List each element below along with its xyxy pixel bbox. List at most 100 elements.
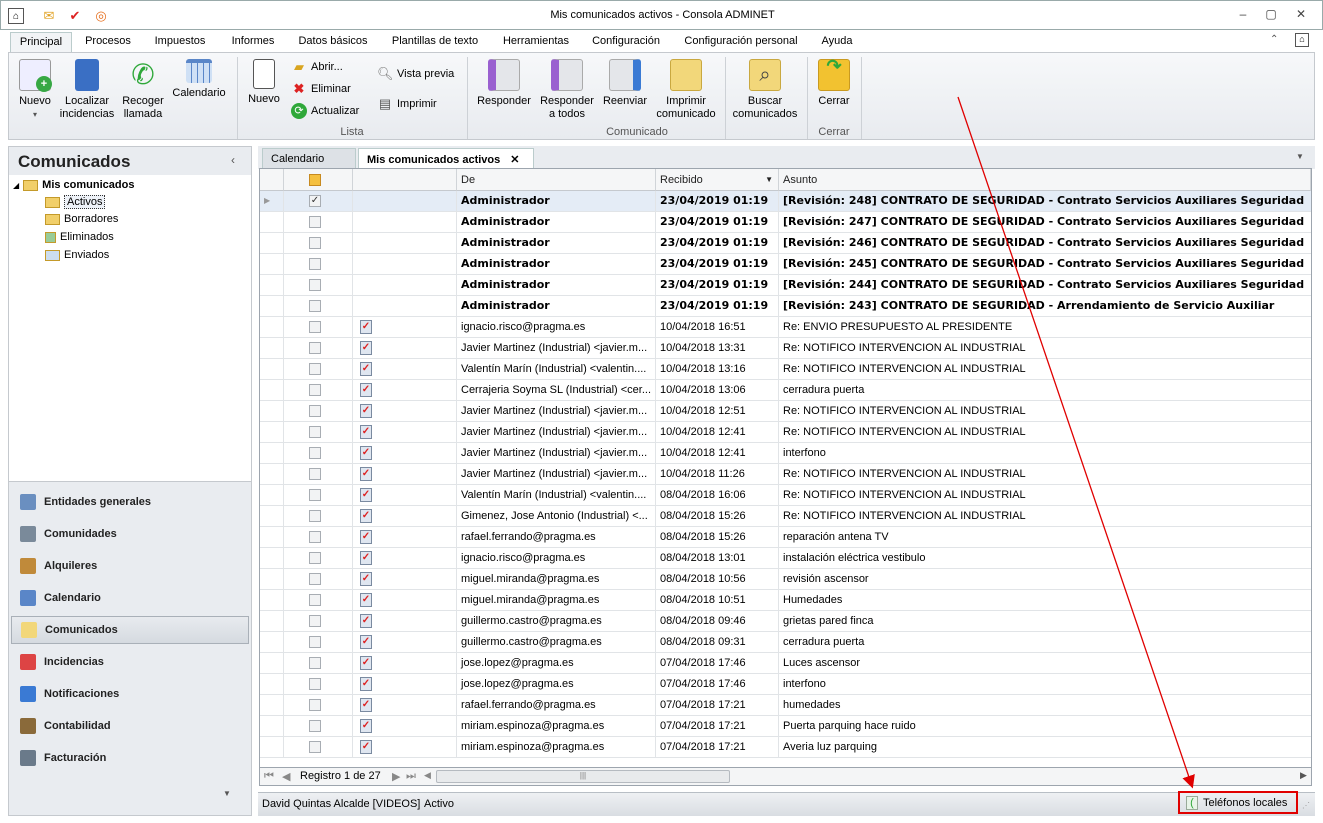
tab-configuracion-personal[interactable]: Configuración personal (678, 32, 804, 52)
icon-cell (353, 359, 457, 379)
scroll-right-icon[interactable]: ▶ (1300, 770, 1307, 781)
nuevo-button[interactable]: Nuevo (243, 59, 285, 106)
doc-tab-mis-comunicados[interactable]: Mis comunicados activos ✕ (358, 148, 534, 169)
tab-informes[interactable]: Informes (224, 32, 282, 52)
nav-notificaciones[interactable]: Notificaciones (11, 680, 249, 708)
table-row[interactable]: ✓ Cerrajeria Soyma SL (Industrial) <cer.… (260, 380, 1311, 401)
nav-calendario[interactable]: Calendario (11, 584, 249, 612)
cell-recibido: 07/04/2018 17:46 (656, 653, 779, 673)
recoger-llamada-button[interactable]: ✆ Recoger llamada (117, 59, 169, 121)
abrir-button[interactable]: ▰ Abrir... (291, 59, 343, 75)
last-record-icon[interactable]: ⏭ (406, 770, 416, 783)
calendario-button[interactable]: Calendario (171, 59, 227, 100)
column-header-recibido[interactable]: Recibido ▼ (656, 169, 779, 191)
imprimir-button[interactable]: ▤ Imprimir (377, 96, 437, 112)
nav-menu-icon[interactable]: ▼ (223, 789, 231, 798)
vista-previa-button[interactable]: 🔍︎ Vista previa (377, 66, 454, 82)
cell-recibido: 08/04/2018 16:06 (656, 485, 779, 505)
table-row[interactable]: Administrador 23/04/2019 01:19 [Revisión… (260, 212, 1311, 233)
table-row[interactable]: ✓ Valentín Marín (Industrial) <valentin.… (260, 485, 1311, 506)
reenviar-button[interactable]: Reenviar (599, 59, 651, 108)
table-row[interactable]: ✓ ignacio.risco@pragma.es 08/04/2018 13:… (260, 548, 1311, 569)
table-row[interactable]: ✓ miriam.espinoza@pragma.es 07/04/2018 1… (260, 737, 1311, 758)
nav-incidencias[interactable]: Incidencias (11, 648, 249, 676)
table-row[interactable]: Administrador 23/04/2019 01:19 [Revisión… (260, 233, 1311, 254)
horizontal-scrollbar-thumb[interactable]: ||| (436, 770, 730, 783)
select-all-checkbox[interactable] (309, 174, 321, 186)
next-record-icon[interactable]: ▶ (392, 770, 400, 783)
table-row[interactable]: Administrador 23/04/2019 01:19 [Revisión… (260, 296, 1311, 317)
label: Facturación (44, 752, 107, 764)
maximize-button[interactable]: ▢ (1261, 7, 1281, 23)
tab-list-icon[interactable]: ▼ (1296, 152, 1304, 161)
tree-item-eliminados[interactable]: Eliminados (45, 231, 114, 243)
collapse-panel-icon[interactable]: ‹ (231, 153, 235, 167)
table-row[interactable]: ✓ jose.lopez@pragma.es 07/04/2018 17:46 … (260, 674, 1311, 695)
table-row[interactable]: ✓ Javier Martinez (Industrial) <javier.m… (260, 443, 1311, 464)
table-row[interactable]: ✓ jose.lopez@pragma.es 07/04/2018 17:46 … (260, 653, 1311, 674)
table-row[interactable]: ✓ Javier Martinez (Industrial) <javier.m… (260, 422, 1311, 443)
table-row[interactable]: Administrador 23/04/2019 01:19 [Revisión… (260, 254, 1311, 275)
imprimir-comunicado-button[interactable]: Imprimir comunicado (653, 59, 719, 121)
tab-principal[interactable]: Principal (10, 32, 72, 52)
table-row[interactable]: ✓ miriam.espinoza@pragma.es 07/04/2018 1… (260, 716, 1311, 737)
localizar-incidencias-button[interactable]: Localizar incidencias (59, 59, 115, 121)
telefonos-locales-button[interactable]: (Teléfonos locales (1178, 791, 1298, 814)
close-button[interactable]: ✕ (1291, 7, 1311, 23)
table-row[interactable]: ✓ Gimenez, Jose Antonio (Industrial) <..… (260, 506, 1311, 527)
checkbox-cell (284, 338, 353, 358)
column-header-de[interactable]: De (457, 169, 656, 191)
responder-button[interactable]: Responder (473, 59, 535, 108)
nav-facturación[interactable]: Facturación (11, 744, 249, 772)
minimize-button[interactable]: – (1233, 7, 1253, 23)
nav-comunicados[interactable]: Comunicados (11, 616, 249, 644)
tree-item-borradores[interactable]: Borradores (45, 213, 118, 225)
table-row[interactable]: ✓ miguel.miranda@pragma.es 08/04/2018 10… (260, 569, 1311, 590)
actualizar-button[interactable]: ⟳ Actualizar (291, 103, 359, 119)
label: Eliminar (311, 83, 351, 95)
buscar-comunicados-button[interactable]: ⌕ Buscar comunicados (731, 59, 799, 121)
tree-item-activos[interactable]: Activos (45, 195, 106, 209)
table-row[interactable]: ✓ guillermo.castro@pragma.es 08/04/2018 … (260, 611, 1311, 632)
tab-ayuda[interactable]: Ayuda (814, 32, 860, 52)
responder-todos-button[interactable]: Responder a todos (537, 59, 597, 121)
doc-tab-calendario[interactable]: Calendario (262, 148, 356, 169)
tree-item-enviados[interactable]: Enviados (45, 249, 109, 261)
tree-root[interactable]: ◢ Mis comunicados (13, 179, 134, 191)
table-row[interactable]: ✓ Valentín Marín (Industrial) <valentin.… (260, 359, 1311, 380)
help-icon[interactable]: ⌂ (1295, 33, 1309, 47)
tab-configuracion[interactable]: Configuración (586, 32, 666, 52)
nuevo-dropdown-button[interactable]: + Nuevo ▾ (11, 59, 59, 121)
table-row[interactable]: ✓ ignacio.risco@pragma.es 10/04/2018 16:… (260, 317, 1311, 338)
table-row[interactable]: ✓ Javier Martinez (Industrial) <javier.m… (260, 338, 1311, 359)
resize-grip-icon[interactable]: ⋰ (1302, 801, 1310, 810)
nav-comunidades[interactable]: Comunidades (11, 520, 249, 548)
tab-impuestos[interactable]: Impuestos (148, 32, 212, 52)
tab-herramientas[interactable]: Herramientas (496, 32, 576, 52)
table-row[interactable]: ✓ miguel.miranda@pragma.es 08/04/2018 10… (260, 590, 1311, 611)
table-row[interactable]: ✓ Javier Martinez (Industrial) <javier.m… (260, 401, 1311, 422)
expand-icon[interactable]: ◢ (13, 181, 19, 190)
row-indicator (260, 716, 284, 736)
first-record-icon[interactable]: ⏮ (264, 770, 274, 783)
tab-procesos[interactable]: Procesos (80, 32, 136, 52)
prev-record-icon[interactable]: ◀ (282, 770, 290, 783)
tab-plantillas[interactable]: Plantillas de texto (386, 32, 484, 52)
column-header-asunto[interactable]: Asunto (779, 169, 1311, 191)
scroll-left-icon[interactable]: ◀ (424, 770, 431, 781)
nav-entidades-generales[interactable]: Entidades generales (11, 488, 249, 516)
nav-contabilidad[interactable]: Contabilidad (11, 712, 249, 740)
collapse-ribbon-icon[interactable]: ⌃ (1270, 34, 1278, 45)
tab-datos-basicos[interactable]: Datos básicos (292, 32, 374, 52)
eliminar-button[interactable]: ✖ Eliminar (291, 81, 351, 97)
nav-alquileres[interactable]: Alquileres (11, 552, 249, 580)
table-row[interactable]: ✓ rafael.ferrando@pragma.es 08/04/2018 1… (260, 527, 1311, 548)
cerrar-button[interactable]: ↷ Cerrar (813, 57, 855, 108)
table-row[interactable]: ✓ rafael.ferrando@pragma.es 07/04/2018 1… (260, 695, 1311, 716)
table-row[interactable]: ✓ Javier Martinez (Industrial) <javier.m… (260, 464, 1311, 485)
table-row[interactable]: ▶ ✓ Administrador 23/04/2019 01:19 [Revi… (260, 191, 1311, 212)
close-tab-icon[interactable]: ✕ (510, 154, 519, 166)
table-row[interactable]: Administrador 23/04/2019 01:19 [Revisión… (260, 275, 1311, 296)
table-row[interactable]: ✓ guillermo.castro@pragma.es 08/04/2018 … (260, 632, 1311, 653)
select-all-header[interactable] (284, 169, 353, 191)
